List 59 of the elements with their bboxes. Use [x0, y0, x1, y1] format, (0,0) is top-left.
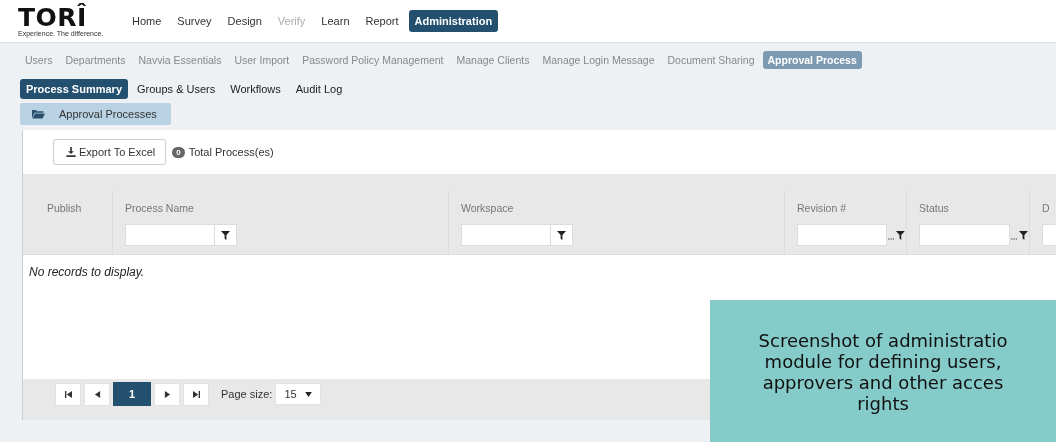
admin-tab[interactable]: Navvia Essentials	[133, 51, 227, 69]
approval-processes-tab[interactable]: Approval Processes	[20, 103, 171, 125]
filter-field[interactable]	[125, 224, 215, 246]
caption-line: rights	[857, 393, 909, 414]
caption-line: module for defining users,	[764, 351, 1002, 372]
nav-tab[interactable]: Report	[359, 10, 405, 32]
admin-tab[interactable]: Manage Clients	[451, 51, 535, 69]
section-tab[interactable]: Workflows	[224, 79, 287, 99]
admin-tab[interactable]: Users	[20, 51, 58, 69]
filter-button[interactable]	[215, 224, 237, 246]
caret-icon	[304, 391, 312, 397]
left-triangle-icon	[93, 390, 101, 398]
page-button[interactable]: 1	[113, 382, 151, 406]
funnel-icon	[557, 230, 566, 240]
right-triangle-icon	[163, 390, 171, 398]
column-header[interactable]: Process Name	[125, 202, 194, 214]
funnel-icon	[221, 230, 230, 240]
count-label: Total Process(es)	[188, 146, 274, 158]
section-tab[interactable]: Process Summary	[20, 79, 128, 99]
logo: TORÎ	[18, 5, 87, 30]
filter-field[interactable]	[797, 224, 888, 246]
last-page-button[interactable]	[183, 382, 209, 406]
admin-tab[interactable]: Document Sharing	[662, 51, 760, 69]
admin-tab[interactable]: Password Policy Management	[297, 51, 449, 69]
column-header[interactable]: D	[1042, 202, 1050, 214]
section-tab[interactable]: Groups & Users	[131, 79, 222, 99]
admin-tab[interactable]: User Import	[229, 51, 295, 69]
filter-icon[interactable]	[1011, 230, 1029, 240]
nav-tab[interactable]: Design	[221, 10, 268, 32]
next-page-button[interactable]	[154, 382, 180, 406]
section-tab[interactable]: Audit Log	[289, 79, 349, 99]
nav-tab[interactable]: Survey	[171, 10, 218, 32]
page-size-dropdown[interactable]: 15	[275, 383, 321, 405]
count-badge: 0	[172, 146, 185, 158]
caption-line: Screenshot of administratio	[758, 330, 1008, 351]
admin-tab[interactable]: Departments	[60, 51, 131, 69]
export-button[interactable]: Export To Excel	[53, 139, 167, 165]
nav-tab[interactable]: Learn	[315, 10, 356, 32]
previous-page-button[interactable]	[84, 382, 110, 406]
empty-message: No records to display.	[29, 265, 145, 279]
column-header[interactable]: Revision #	[797, 202, 847, 214]
column-header[interactable]: Status	[919, 202, 949, 214]
nav-tab[interactable]: Home	[126, 10, 168, 32]
column-header[interactable]: Workspace	[461, 202, 514, 214]
first-page-button[interactable]	[55, 382, 81, 406]
first-page-icon	[64, 390, 72, 398]
page-size-label: Page size:	[221, 388, 273, 400]
filter-field[interactable]	[919, 224, 1011, 246]
filter-button[interactable]	[551, 224, 573, 246]
download-icon	[66, 147, 76, 157]
caption-line: approvers and other acces	[762, 372, 1004, 393]
filter-field[interactable]	[461, 224, 551, 246]
filter-icon[interactable]	[888, 230, 906, 240]
folder-icon	[32, 109, 45, 119]
last-page-icon	[192, 390, 200, 398]
nav-tab[interactable]: Administration	[408, 10, 499, 32]
admin-tab[interactable]: Approval Process	[762, 51, 862, 69]
column-header[interactable]: Publish	[47, 202, 82, 214]
admin-tab[interactable]: Manage Login Message	[537, 51, 660, 69]
